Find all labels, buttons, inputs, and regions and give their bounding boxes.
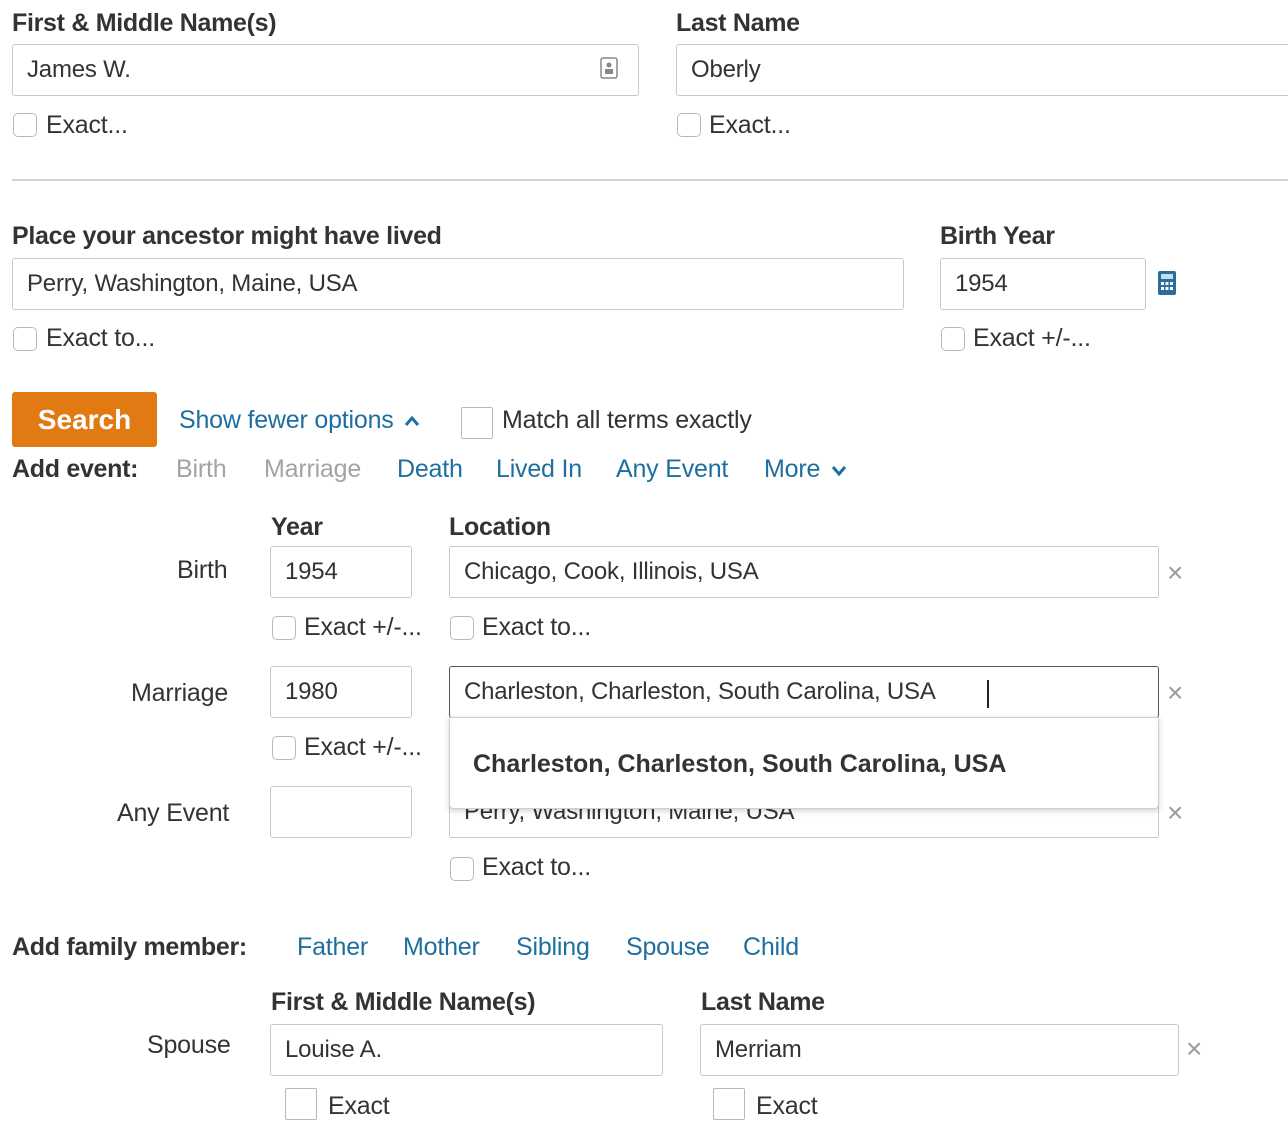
add-event-birth[interactable]: Birth: [176, 454, 227, 484]
first-name-exact-checkbox[interactable]: [13, 113, 37, 137]
spouse-first-exact-label: Exact: [328, 1092, 390, 1120]
residence-label: Place your ancestor might have lived: [12, 222, 442, 250]
first-name-label: First & Middle Name(s): [12, 9, 277, 37]
add-family-spouse[interactable]: Spouse: [626, 932, 710, 962]
section-divider: [12, 179, 1288, 181]
residence-input[interactable]: Perry, Washington, Maine, USA: [12, 258, 904, 310]
text-cursor: [987, 680, 989, 708]
add-event-any-event[interactable]: Any Event: [616, 454, 728, 484]
remove-birth-close-icon[interactable]: ×: [1167, 558, 1183, 588]
match-all-label: Match all terms exactly: [502, 406, 752, 434]
add-family-mother[interactable]: Mother: [403, 932, 480, 962]
add-family-father[interactable]: Father: [297, 932, 368, 962]
search-button[interactable]: Search: [12, 392, 157, 447]
birth-year-input[interactable]: 1954: [940, 258, 1146, 310]
spouse-first-name-input[interactable]: Louise A.: [270, 1024, 663, 1076]
last-name-exact-checkbox[interactable]: [677, 113, 701, 137]
location-suggestion-dropdown: Charleston, Charleston, South Carolina, …: [449, 717, 1159, 809]
add-event-more-label: More: [764, 455, 821, 483]
spouse-last-exact-label: Exact: [756, 1092, 818, 1120]
add-event-death[interactable]: Death: [397, 454, 463, 484]
chevron-up-icon: [405, 416, 420, 427]
location-suggestion-item[interactable]: Charleston, Charleston, South Carolina, …: [473, 749, 1006, 779]
event-birth-year-exact-checkbox[interactable]: [272, 616, 296, 640]
event-any-location-exact-checkbox[interactable]: [450, 857, 474, 881]
add-family-label: Add family member:: [12, 933, 247, 961]
family-first-name-header: First & Middle Name(s): [271, 988, 536, 1016]
event-marriage-year-exact-checkbox[interactable]: [272, 736, 296, 760]
first-name-exact-label: Exact...: [46, 111, 128, 139]
event-location-header: Location: [449, 513, 551, 541]
residence-exact-checkbox[interactable]: [13, 327, 37, 351]
remove-spouse-close-icon[interactable]: ×: [1186, 1034, 1202, 1064]
event-birth-location-exact-label: Exact to...: [482, 613, 591, 641]
event-marriage-location-input[interactable]: Charleston, Charleston, South Carolina, …: [449, 666, 1159, 718]
match-all-checkbox[interactable]: [461, 407, 493, 439]
spouse-last-exact-checkbox[interactable]: [713, 1088, 745, 1120]
birth-year-exact-checkbox[interactable]: [941, 327, 965, 351]
add-event-label: Add event:: [12, 455, 139, 483]
remove-marriage-close-icon[interactable]: ×: [1167, 678, 1183, 708]
event-any-label: Any Event: [117, 799, 230, 827]
last-name-exact-label: Exact...: [709, 111, 791, 139]
event-birth-year-exact-label: Exact +/-...: [304, 613, 422, 641]
birth-year-label: Birth Year: [940, 222, 1055, 250]
add-family-sibling[interactable]: Sibling: [516, 932, 590, 962]
chevron-down-icon: [831, 466, 847, 477]
event-birth-location-exact-checkbox[interactable]: [450, 616, 474, 640]
event-any-location-exact-label: Exact to...: [482, 853, 591, 881]
last-name-label: Last Name: [676, 9, 800, 37]
remove-any-event-close-icon[interactable]: ×: [1167, 798, 1183, 828]
residence-exact-label: Exact to...: [46, 324, 155, 352]
event-marriage-year-input[interactable]: 1980: [270, 666, 412, 718]
add-event-lived-in[interactable]: Lived In: [496, 454, 582, 484]
spouse-first-exact-checkbox[interactable]: [285, 1088, 317, 1120]
event-year-header: Year: [271, 513, 323, 541]
add-event-more[interactable]: More: [764, 454, 847, 484]
last-name-input[interactable]: Oberly: [676, 44, 1288, 96]
show-fewer-options-link[interactable]: Show fewer options: [179, 405, 420, 435]
event-marriage-label: Marriage: [131, 679, 229, 707]
event-marriage-year-exact-label: Exact +/-...: [304, 733, 422, 761]
calculator-icon[interactable]: [1157, 270, 1177, 296]
event-birth-label: Birth: [177, 556, 228, 584]
event-birth-location-input[interactable]: Chicago, Cook, Illinois, USA: [449, 546, 1159, 598]
show-fewer-options-label: Show fewer options: [179, 406, 394, 434]
add-family-child[interactable]: Child: [743, 932, 799, 962]
family-last-name-header: Last Name: [701, 988, 825, 1016]
family-spouse-label: Spouse: [147, 1031, 231, 1059]
first-name-input[interactable]: James W.: [12, 44, 639, 96]
birth-year-exact-label: Exact +/-...: [973, 324, 1091, 352]
spouse-last-name-input[interactable]: Merriam: [700, 1024, 1179, 1076]
event-birth-year-input[interactable]: 1954: [270, 546, 412, 598]
add-event-marriage[interactable]: Marriage: [264, 454, 361, 484]
contact-card-icon[interactable]: [600, 57, 618, 79]
event-any-year-input[interactable]: [270, 786, 412, 838]
